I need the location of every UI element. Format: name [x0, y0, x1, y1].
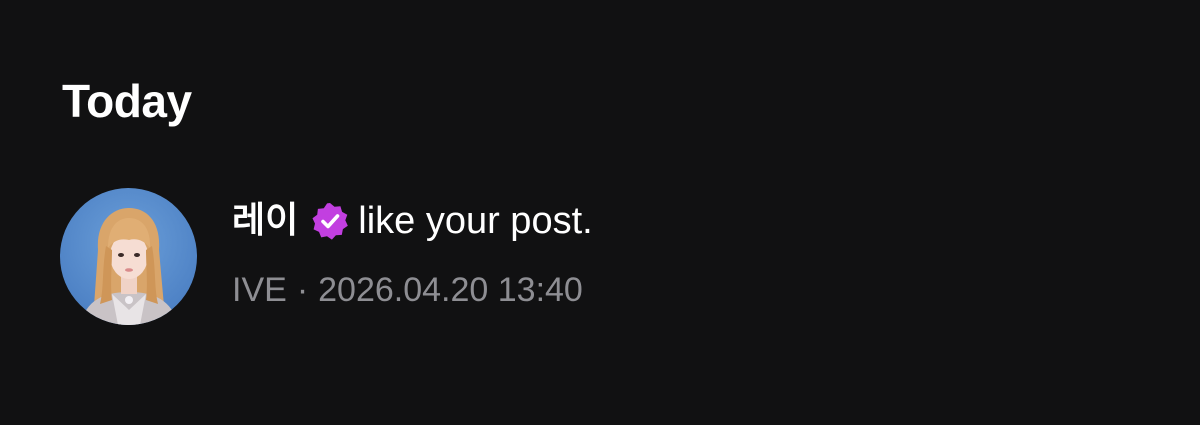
notifications-page: Today 레이 like your post. IVE · 2026.04.2…	[0, 0, 1200, 425]
avatar-portrait-image	[80, 208, 178, 325]
username[interactable]: 레이	[232, 196, 298, 246]
verified-badge-icon	[310, 201, 350, 241]
notification-meta: IVE · 2026.04.20 13:40	[232, 270, 593, 310]
meta-separator: ·	[296, 271, 309, 309]
notification-item[interactable]: 레이 like your post. IVE · 2026.04.20 13:40	[60, 188, 1140, 328]
timestamp: 2026.04.20 13:40	[318, 271, 583, 309]
notification-content: 레이 like your post. IVE · 2026.04.20 13:40	[232, 196, 593, 310]
section-title-today: Today	[62, 75, 192, 127]
user-avatar[interactable]	[60, 188, 197, 325]
notification-headline: 레이 like your post.	[232, 196, 593, 246]
notification-action-text: like your post.	[358, 200, 593, 242]
group-name: IVE	[232, 271, 287, 309]
